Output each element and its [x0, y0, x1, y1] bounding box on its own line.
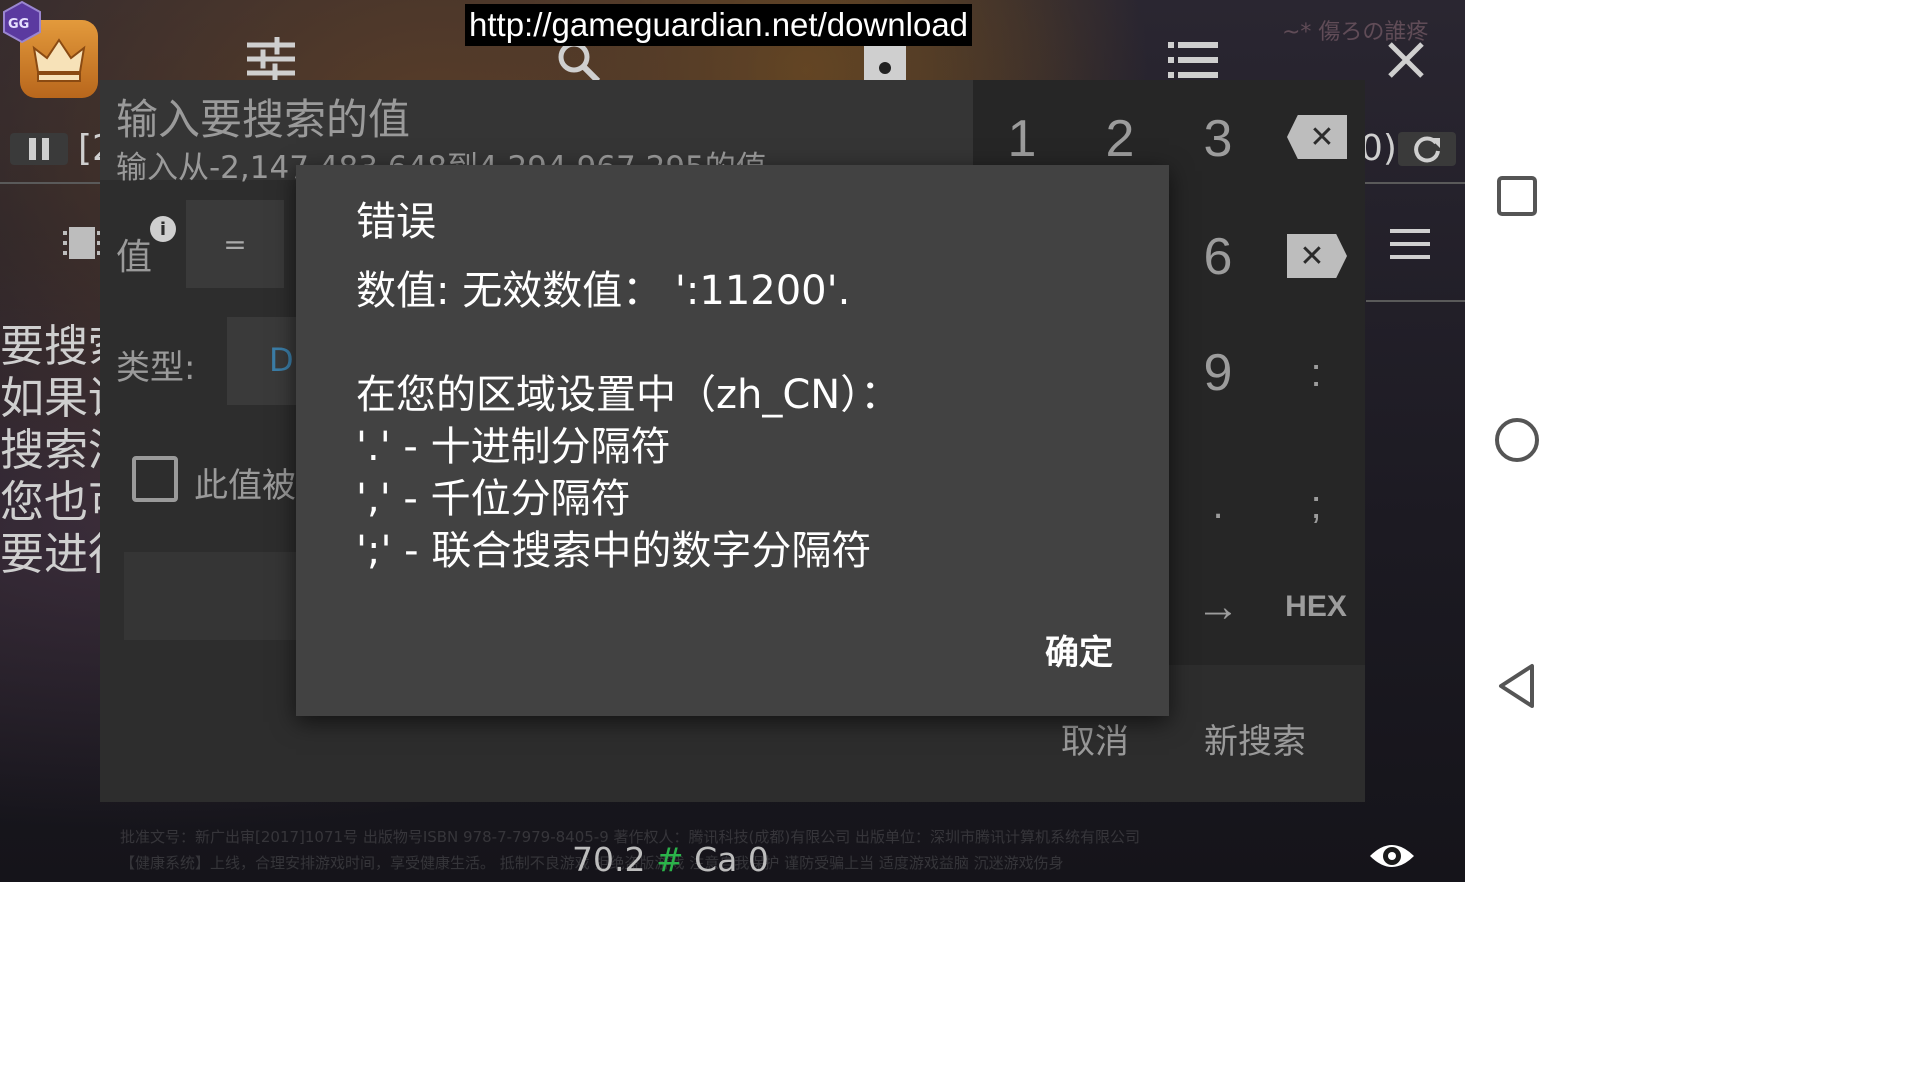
- pause-icon: [29, 138, 49, 160]
- arrow-key[interactable]: →: [1169, 552, 1267, 662]
- sliders-icon[interactable]: [244, 34, 298, 84]
- back-button[interactable]: [1465, 646, 1568, 726]
- footer-line: 批准文号：新广出审[2017]1071号 出版物号ISBN 978-7-7979…: [120, 828, 1141, 846]
- status-label: Ca: [694, 840, 738, 879]
- dialog-message-line: ';' - 联合搜索中的数字分隔符: [356, 528, 872, 574]
- footer-notice: 批准文号：新广出审[2017]1071号 出版物号ISBN 978-7-7979…: [120, 824, 1450, 876]
- menu-icon[interactable]: [1388, 224, 1432, 264]
- type-label: 类型:: [116, 348, 196, 388]
- hex-key[interactable]: HEX: [1267, 552, 1365, 662]
- error-dialog: 错误 数值: 无效数值： ':11200'. 在您的区域设置中（zh_CN）： …: [296, 165, 1169, 716]
- refresh-button[interactable]: [1398, 132, 1456, 166]
- clear-icon: ✕: [1299, 238, 1325, 274]
- cancel-button[interactable]: 取消: [1045, 710, 1145, 766]
- key-colon[interactable]: :: [1267, 318, 1365, 428]
- operator-select[interactable]: =: [186, 200, 284, 288]
- checkbox-label: 此值被: [194, 466, 296, 506]
- new-search-button[interactable]: 新搜索: [1194, 710, 1316, 766]
- backspace-icon: ✕: [1309, 119, 1335, 155]
- pause-button[interactable]: [10, 133, 68, 165]
- dialog-title: 错误: [356, 199, 436, 245]
- list-icon[interactable]: [1166, 38, 1220, 82]
- chip-icon[interactable]: [62, 220, 102, 266]
- eye-icon[interactable]: [1368, 838, 1416, 878]
- dialog-spacer: [356, 317, 1136, 369]
- status-value: 70.2: [572, 840, 646, 879]
- ok-button[interactable]: 确定: [1014, 621, 1144, 677]
- recents-button[interactable]: [1465, 156, 1568, 236]
- status-hash: #: [655, 840, 684, 879]
- home-button[interactable]: [1465, 400, 1568, 480]
- clear-key[interactable]: ✕: [1287, 234, 1347, 278]
- refresh-icon: [1414, 136, 1440, 163]
- search-text-field[interactable]: [124, 552, 324, 640]
- key-9[interactable]: 9: [1169, 318, 1267, 428]
- process-suffix: 0): [1360, 128, 1397, 169]
- footer-line: 【健康系统】上线，合理安排游戏时间，享受健康生活。 抵制不良游戏 拒绝盗版游戏 …: [120, 854, 1064, 872]
- dialog-message-line: ',' - 千位分隔符: [356, 476, 631, 522]
- type-value: D: [269, 341, 294, 379]
- key-3[interactable]: 3: [1169, 84, 1267, 194]
- close-icon[interactable]: [1384, 38, 1428, 82]
- dialog-message: 数值: 无效数值： ':11200'. 在您的区域设置中（zh_CN）： '.'…: [356, 265, 1136, 577]
- checkbox[interactable]: [132, 456, 178, 502]
- divider: [1366, 300, 1465, 302]
- search-input-placeholder: 输入要搜索的值: [116, 95, 411, 144]
- url-banner: http://gameguardian.net/download: [465, 4, 973, 46]
- svg-text:GG: GG: [8, 17, 29, 32]
- triangle-back-icon: [1498, 664, 1534, 708]
- app-screen: GG ~* 傷ろの誰疼 [2 0) 要搜索 如果请 搜索涉 您也可 要进行 输入…: [0, 0, 1465, 882]
- status-count: 0: [747, 840, 769, 879]
- gameguardian-logo: GG: [0, 0, 44, 44]
- system-nav-bar: [1465, 0, 1568, 882]
- info-icon[interactable]: i: [150, 216, 176, 242]
- circle-icon: [1494, 418, 1539, 462]
- value-label: 值: [116, 237, 153, 278]
- dialog-message-line: '.' - 十进制分隔符: [356, 424, 671, 470]
- save-icon[interactable]: [860, 44, 910, 84]
- dialog-message-line: 在您的区域设置中（zh_CN）：: [356, 372, 901, 418]
- status-readout: 70.2 # Ca 0: [572, 840, 769, 879]
- key-dot[interactable]: .: [1169, 450, 1267, 560]
- square-icon: [1496, 176, 1537, 216]
- backspace-key[interactable]: ✕: [1287, 115, 1347, 159]
- key-semicolon[interactable]: ;: [1267, 450, 1365, 560]
- key-6[interactable]: 6: [1169, 202, 1267, 312]
- dialog-message-line: 数值: 无效数值： ':11200'.: [356, 268, 851, 314]
